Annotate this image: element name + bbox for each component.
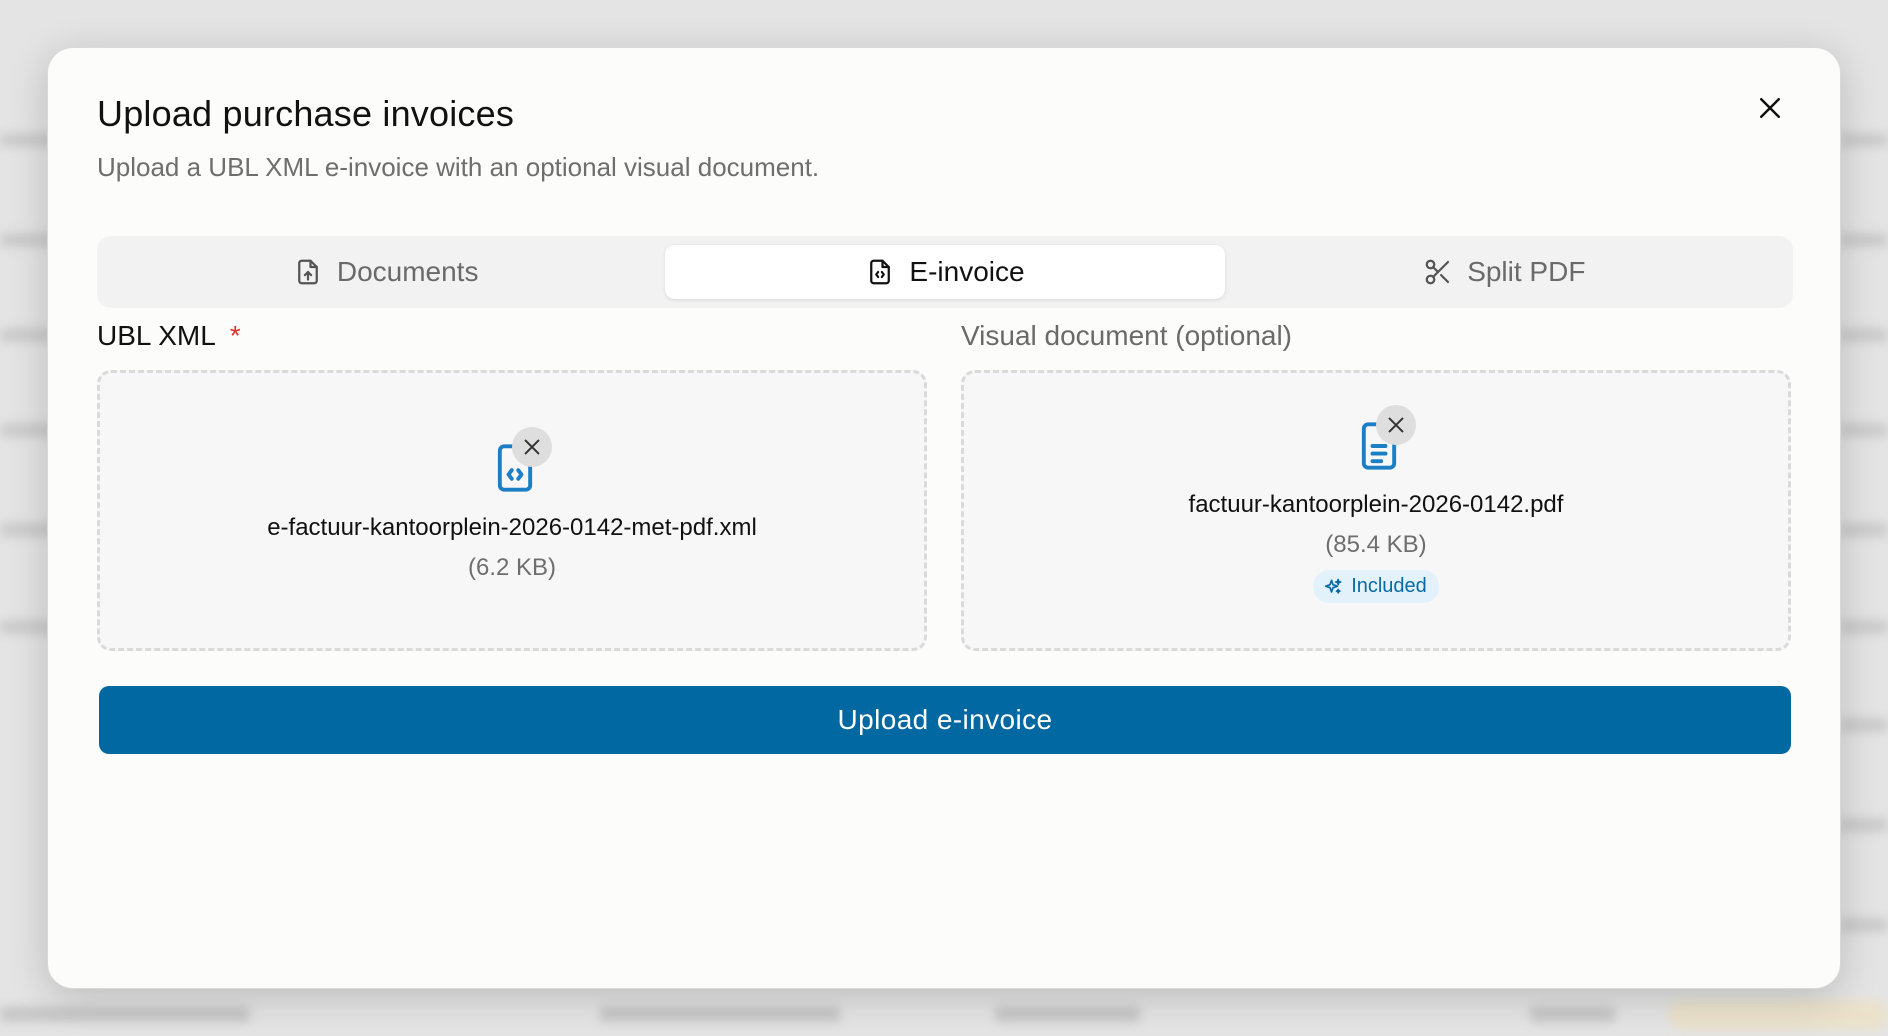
background-row	[0, 1000, 1888, 1030]
visual-document-label: Visual document (optional)	[961, 320, 1293, 351]
file-upload-icon	[297, 259, 318, 285]
xml-file-size: (6.2 KB)	[467, 554, 557, 581]
ubl-xml-label: UBL XML *	[97, 320, 241, 352]
x-icon	[524, 439, 540, 455]
required-mark: *	[229, 320, 241, 351]
dialog-subtitle: Upload a UBL XML e-invoice with an optio…	[97, 152, 820, 182]
upload-e-invoice-button[interactable]: Upload e-invoice	[99, 686, 1791, 754]
upload-dialog: Upload purchase invoices Upload a UBL XM…	[47, 47, 1841, 989]
x-icon	[1760, 98, 1780, 118]
scissors-icon	[1425, 259, 1450, 285]
visual-document-dropzone[interactable]: factuur-kantoorplein-2026-0142.pdf (85.4…	[961, 370, 1791, 651]
remove-pdf-file-button[interactable]	[1376, 405, 1416, 445]
x-icon	[1388, 417, 1404, 433]
tab-split-pdf[interactable]: Split PDF	[1225, 245, 1784, 299]
file-code-icon	[870, 259, 891, 285]
pdf-file-size: (85.4 KB)	[1325, 531, 1427, 558]
tab-documents-label: Documents	[336, 256, 479, 287]
pdf-file-name: factuur-kantoorplein-2026-0142.pdf	[1188, 491, 1564, 518]
upload-tabs: Documents E-invoice Split PDF	[97, 236, 1793, 308]
sparkles-icon	[1324, 578, 1342, 594]
included-badge: Included	[1313, 570, 1439, 603]
close-button[interactable]	[1750, 88, 1790, 128]
tab-split-pdf-label: Split PDF	[1467, 256, 1586, 287]
ubl-xml-dropzone[interactable]: e-factuur-kantoorplein-2026-0142-met-pdf…	[97, 370, 927, 651]
included-badge-label: Included	[1351, 575, 1427, 597]
remove-xml-file-button[interactable]	[512, 427, 552, 467]
tab-e-invoice[interactable]: E-invoice	[665, 245, 1225, 299]
tab-documents[interactable]: Documents	[106, 245, 665, 299]
dialog-title: Upload purchase invoices	[97, 93, 515, 134]
tab-e-invoice-label: E-invoice	[909, 256, 1025, 287]
xml-file-name: e-factuur-kantoorplein-2026-0142-met-pdf…	[267, 514, 757, 541]
ubl-xml-label-text: UBL XML	[97, 320, 216, 351]
